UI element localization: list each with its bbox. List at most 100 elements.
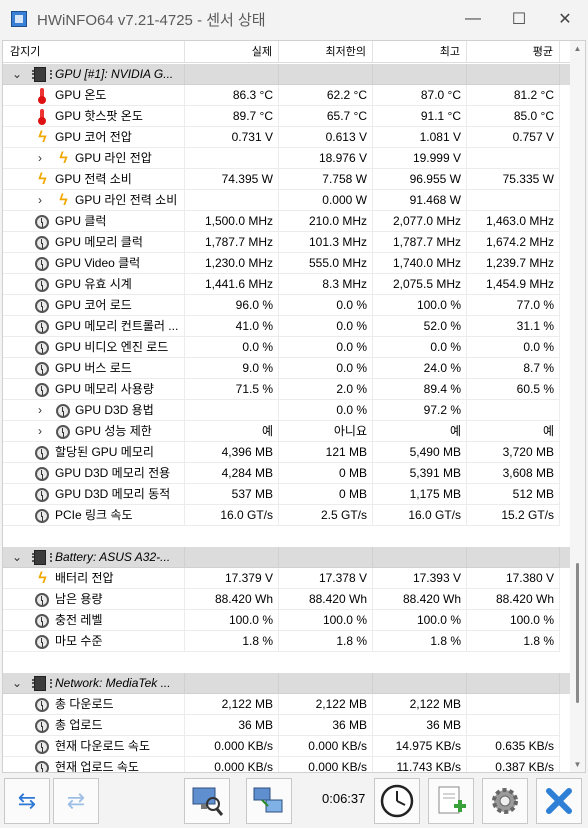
sensor-row[interactable]: GPU 메모리 컨트롤러 ... 41.0 % 0.0 % 52.0 % 31.1 % <box>3 316 571 337</box>
sensor-label: GPU 비디오 엔진 로드 <box>55 340 169 354</box>
chevron-down-icon[interactable]: ⌄ <box>10 64 24 85</box>
chevron-right-icon[interactable]: › <box>33 148 47 169</box>
sensor-label: GPU 코어 전압 <box>55 130 132 144</box>
sensor-row[interactable]: GPU 메모리 사용량 71.5 % 2.0 % 89.4 % 60.5 % <box>3 379 571 400</box>
current-value: 16.0 GT/s <box>185 505 279 526</box>
sensor-monitor-button[interactable] <box>184 778 230 824</box>
sensor-row[interactable]: GPU 유효 시계 1,441.6 MHz 8.3 MHz 2,075.5 MHz 1,… <box>3 274 571 295</box>
sensor-row[interactable]: 충전 레벨 100.0 % 100.0 % 100.0 % 100.0 % <box>3 610 571 631</box>
column-header-avg[interactable]: 평균 <box>467 41 560 63</box>
min-value: 0.0 % <box>279 295 373 316</box>
sensor-row[interactable]: ϟ 배터리 전압 17.379 V 17.378 V 17.393 V 17.380 V <box>3 568 571 589</box>
sensor-row[interactable]: 할당된 GPU 메모리 4,396 MB 121 MB 5,490 MB 3,720 M… <box>3 442 571 463</box>
chevron-down-icon[interactable]: ⌄ <box>10 673 24 694</box>
sensor-row[interactable]: GPU 메모리 클럭 1,787.7 MHz 101.3 MHz 1,787.7 MH… <box>3 232 571 253</box>
chip-icon <box>32 67 52 82</box>
group-cell <box>467 547 560 568</box>
sensor-name-cell: › GPU 성능 제한 <box>3 421 185 442</box>
sensor-name-cell: 현재 다운로드 속도 <box>3 736 185 757</box>
bolt-icon: ϟ <box>59 150 68 167</box>
current-value: 36 MB <box>185 715 279 736</box>
gauge-icon <box>35 278 49 292</box>
sensor-row[interactable]: GPU 코어 로드 96.0 % 0.0 % 100.0 % 77.0 % <box>3 295 571 316</box>
vertical-scrollbar[interactable]: ▲ ▼ <box>570 41 585 772</box>
sensor-label: GPU 전력 소비 <box>55 172 132 186</box>
settings-button[interactable] <box>482 778 528 824</box>
sensor-row[interactable]: ϟ GPU 전력 소비 74.395 W 7.758 W 96.955 W 75.335 … <box>3 169 571 190</box>
avg-value: 예 <box>467 421 560 442</box>
sensor-row[interactable]: GPU 비디오 엔진 로드 0.0 % 0.0 % 0.0 % 0.0 % <box>3 337 571 358</box>
current-value: 1,500.0 MHz <box>185 211 279 232</box>
sensor-name-cell: 현재 업로드 속도 <box>3 757 185 772</box>
avg-value: 0.387 KB/s <box>467 757 560 772</box>
gauge-icon <box>35 488 49 502</box>
collapse-columns-button[interactable]: ⇄ <box>53 778 99 824</box>
group-cell <box>185 64 279 85</box>
sensor-row[interactable]: 현재 다운로드 속도 0.000 KB/s 0.000 KB/s 14.975 KB/… <box>3 736 571 757</box>
sensor-row[interactable]: PCIe 링크 속도 16.0 GT/s 2.5 GT/s 16.0 GT/s 15.2… <box>3 505 571 526</box>
sensor-row[interactable]: 남은 용량 88.420 Wh 88.420 Wh 88.420 Wh 88.420 W… <box>3 589 571 610</box>
minimize-button[interactable]: — <box>450 0 496 38</box>
navigate-left-right-button[interactable]: ⇆ <box>4 778 50 824</box>
close-button[interactable]: ✕ <box>542 0 588 38</box>
avg-value: 1,463.0 MHz <box>467 211 560 232</box>
sensor-row[interactable]: GPU 핫스팟 온도 89.7 °C 65.7 °C 91.1 °C 85.0 °C <box>3 106 571 127</box>
column-header-max[interactable]: 최고 <box>373 41 467 63</box>
close-sensors-button[interactable] <box>536 778 582 824</box>
sensor-row[interactable]: GPU 버스 로드 9.0 % 0.0 % 24.0 % 8.7 % <box>3 358 571 379</box>
sensor-row[interactable]: GPU 온도 86.3 °C 62.2 °C 87.0 °C 81.2 °C <box>3 85 571 106</box>
sensor-name-cell: GPU 메모리 사용량 <box>3 379 185 400</box>
bolt-icon: ϟ <box>38 129 47 146</box>
max-value: 14.975 KB/s <box>373 736 467 757</box>
sensor-row[interactable]: › ϟ GPU 라인 전압 18.976 V 19.999 V <box>3 148 571 169</box>
gauge-icon <box>35 719 49 733</box>
sensor-row[interactable]: › ϟ GPU 라인 전력 소비 0.000 W 91.468 W <box>3 190 571 211</box>
scrollbar-thumb[interactable] <box>576 563 579 703</box>
sensor-row[interactable]: › GPU D3D 용법 0.0 % 97.2 % <box>3 400 571 421</box>
current-value: 0.000 KB/s <box>185 757 279 772</box>
sensor-label: GPU D3D 메모리 전용 <box>55 466 171 480</box>
sensor-row[interactable]: ϟ GPU 코어 전압 0.731 V 0.613 V 1.081 V 0.757 V <box>3 127 571 148</box>
scroll-up-arrow-icon[interactable]: ▲ <box>573 44 582 53</box>
max-value: 1,740.0 MHz <box>373 253 467 274</box>
min-value: 0.0 % <box>279 400 373 421</box>
sensor-row[interactable]: 현재 업로드 속도 0.000 KB/s 0.000 KB/s 11.743 KB/s… <box>3 757 571 772</box>
sensor-row[interactable]: GPU D3D 메모리 동적 537 MB 0 MB 1,175 MB 512 MB <box>3 484 571 505</box>
column-header-min[interactable]: 최저한의 <box>279 41 373 63</box>
sensor-name-cell: 총 업로드 <box>3 715 185 736</box>
start-logging-button[interactable] <box>428 778 474 824</box>
sensor-row[interactable]: GPU D3D 메모리 전용 4,284 MB 0 MB 5,391 MB 3,608 … <box>3 463 571 484</box>
sensor-group-gpu[interactable]: ⌄ GPU [#1]: NVIDIA G... <box>3 64 571 85</box>
min-value: 36 MB <box>279 715 373 736</box>
sensor-row[interactable]: 마모 수준 1.8 % 1.8 % 1.8 % 1.8 % <box>3 631 571 652</box>
network-monitor-button[interactable] <box>246 778 292 824</box>
sensor-label: 마모 수준 <box>55 634 103 648</box>
maximize-button[interactable]: ☐ <box>496 0 542 38</box>
sensor-group-network[interactable]: ⌄ Network: MediaTek ... <box>3 673 571 694</box>
add-log-file-icon <box>438 786 466 814</box>
min-value: 0.000 W <box>279 190 373 211</box>
sensor-name-cell: GPU 코어 로드 <box>3 295 185 316</box>
group-name-cell: ⌄ GPU [#1]: NVIDIA G... <box>3 64 185 85</box>
sensor-row[interactable]: 총 다운로드 2,122 MB 2,122 MB 2,122 MB <box>3 694 571 715</box>
max-value: 24.0 % <box>373 358 467 379</box>
sensor-row[interactable]: GPU Video 클럭 1,230.0 MHz 555.0 MHz 1,740.0 … <box>3 253 571 274</box>
sensor-row[interactable]: 총 업로드 36 MB 36 MB 36 MB <box>3 715 571 736</box>
reset-timer-button[interactable] <box>374 778 420 824</box>
sensor-label: GPU D3D 용법 <box>75 403 154 417</box>
avg-value: 60.5 % <box>467 379 560 400</box>
sensor-group-battery[interactable]: ⌄ Battery: ASUS A32-... <box>3 547 571 568</box>
sensor-name-cell: 총 다운로드 <box>3 694 185 715</box>
gauge-icon <box>35 362 49 376</box>
chevron-right-icon[interactable]: › <box>33 400 47 421</box>
scroll-down-arrow-icon[interactable]: ▼ <box>573 760 582 769</box>
sensor-name-cell: 남은 용량 <box>3 589 185 610</box>
chevron-right-icon[interactable]: › <box>33 190 47 211</box>
sensor-row[interactable]: GPU 클럭 1,500.0 MHz 210.0 MHz 2,077.0 MHz 1,4… <box>3 211 571 232</box>
column-header-sensor[interactable]: 감지기 <box>3 41 185 63</box>
chevron-down-icon[interactable]: ⌄ <box>10 547 24 568</box>
chevron-right-icon[interactable]: › <box>33 421 47 442</box>
sensor-row[interactable]: › GPU 성능 제한 예 아니요 예 예 <box>3 421 571 442</box>
max-value: 89.4 % <box>373 379 467 400</box>
column-header-current[interactable]: 실제 <box>185 41 279 63</box>
